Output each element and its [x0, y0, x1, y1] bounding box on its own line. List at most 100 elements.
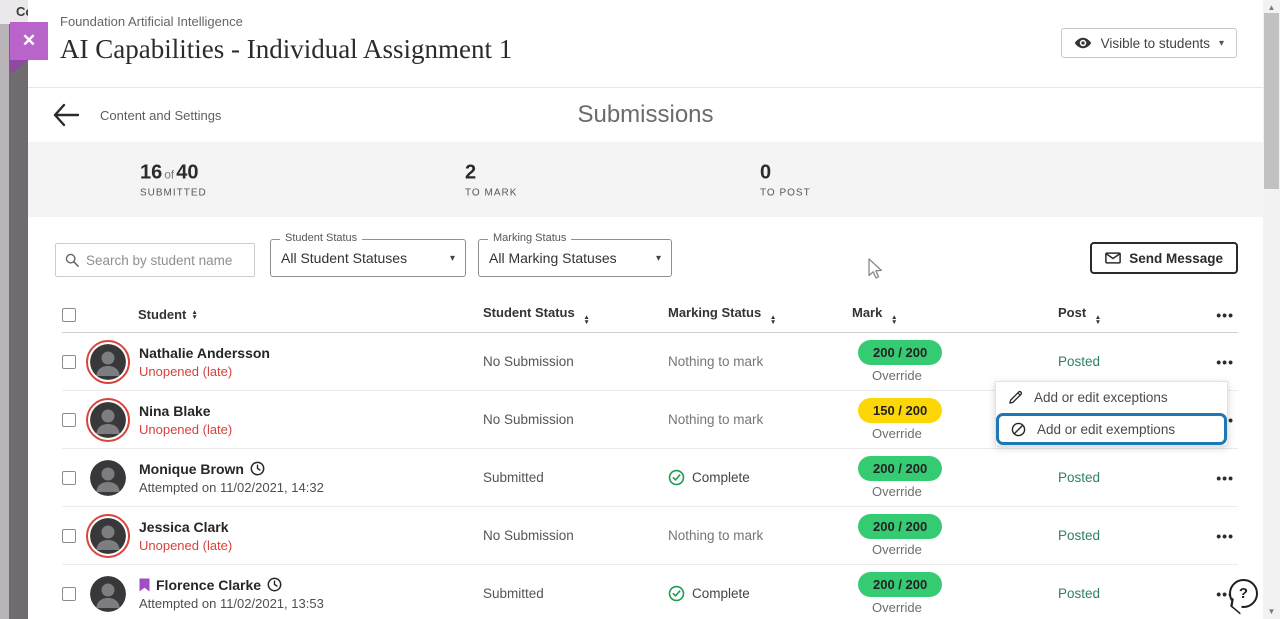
override-label: Override — [872, 600, 1048, 615]
submitted-count: 16 — [140, 161, 162, 183]
marking-status-dropdown-label: Marking Status — [488, 232, 571, 244]
submission-status-text: Unopened (late) — [139, 364, 270, 379]
help-button[interactable]: ? — [1229, 579, 1260, 610]
to-post-count: 0 — [760, 161, 811, 184]
of-label: of — [162, 167, 176, 181]
stat-to-mark: 2 TO MARK — [465, 161, 517, 198]
post-status-link[interactable]: Posted — [1058, 354, 1100, 369]
student-name-link[interactable]: Nina Blake — [139, 403, 211, 419]
table-row: Jessica Clark Unopened (late) No Submiss… — [62, 507, 1238, 565]
background-page-fragment: Co — [0, 0, 28, 24]
slash-circle-icon — [1011, 422, 1026, 437]
scrollbar[interactable]: ▲ ▼ — [1263, 0, 1280, 619]
post-status-link[interactable]: Posted — [1058, 470, 1100, 485]
avatar — [90, 576, 126, 612]
panel-header: Foundation Artificial Intelligence AI Ca… — [28, 0, 1263, 88]
column-header-student-status[interactable]: Student Status ▲▼ — [483, 305, 668, 325]
course-name: Foundation Artificial Intelligence — [60, 14, 1263, 29]
submission-status-text: Unopened (late) — [139, 538, 232, 553]
menu-item-add-exemptions[interactable]: Add or edit exemptions — [996, 413, 1227, 445]
column-header-student[interactable]: Student ▲▼ — [90, 307, 483, 322]
column-header-marking-status[interactable]: Marking Status ▲▼ — [668, 305, 848, 325]
chevron-down-icon: ▾ — [450, 253, 455, 264]
sub-header: Content and Settings Submissions — [28, 88, 1263, 142]
visible-to-students-label: Visible to students — [1101, 36, 1210, 51]
search-input[interactable] — [86, 253, 245, 268]
send-message-button[interactable]: Send Message — [1090, 242, 1238, 274]
avatar — [90, 344, 126, 380]
column-header-post[interactable]: Post ▲▼ — [1048, 305, 1198, 325]
student-status-dropdown-label: Student Status — [280, 232, 362, 244]
select-all-checkbox[interactable] — [62, 308, 76, 322]
avatar — [90, 402, 126, 438]
marking-status-dropdown-value: All Marking Statuses — [489, 250, 656, 266]
content-and-settings-link[interactable]: Content and Settings — [100, 108, 221, 123]
override-label: Override — [872, 542, 1048, 557]
marking-status-cell: Complete — [692, 586, 750, 601]
scroll-down-icon[interactable]: ▼ — [1263, 607, 1280, 616]
to-mark-count: 2 — [465, 161, 517, 184]
row-options-menu-icon[interactable]: ••• — [1216, 354, 1234, 370]
sort-icon: ▲▼ — [191, 310, 197, 320]
send-message-label: Send Message — [1129, 251, 1223, 266]
toolbar: Student Status All Student Statuses ▾ Ma… — [28, 239, 1263, 283]
marking-status-dropdown[interactable]: Marking Status All Marking Statuses ▾ — [478, 239, 672, 277]
search-box[interactable] — [55, 243, 255, 277]
student-status-cell: Submitted — [483, 470, 668, 485]
to-post-label: TO POST — [760, 187, 811, 198]
submission-status-text: Attempted on 11/02/2021, 13:53 — [139, 596, 324, 611]
menu-item-add-exceptions[interactable]: Add or edit exceptions — [996, 382, 1227, 413]
table-row: Florence Clarke Attempted on 11/02/2021,… — [62, 565, 1238, 619]
mark-pill[interactable]: 200 / 200 — [858, 572, 942, 597]
pencil-icon — [1008, 390, 1023, 405]
submitted-total: 40 — [176, 161, 198, 183]
mark-pill[interactable]: 200 / 200 — [858, 340, 942, 365]
student-name-link[interactable]: Florence Clarke — [156, 577, 261, 593]
row-options-menu-icon[interactable]: ••• — [1216, 528, 1234, 544]
mark-pill[interactable]: 200 / 200 — [858, 514, 942, 539]
submissions-title: Submissions — [577, 101, 713, 129]
column-header-mark[interactable]: Mark ▲▼ — [848, 305, 1048, 325]
visible-to-students-button[interactable]: Visible to students ▾ — [1061, 28, 1237, 58]
student-name-link[interactable]: Nathalie Andersson — [139, 345, 270, 361]
avatar — [90, 518, 126, 554]
close-icon: ✕ — [22, 31, 36, 51]
submission-status-text: Attempted on 11/02/2021, 14:32 — [139, 480, 324, 495]
marking-status-cell: Complete — [692, 470, 750, 485]
student-name-link[interactable]: Monique Brown — [139, 461, 244, 477]
table-options-menu-icon[interactable]: ••• — [1216, 307, 1234, 323]
student-status-cell: No Submission — [483, 412, 668, 427]
close-panel-button[interactable]: ✕ — [10, 22, 48, 60]
background-text: Co — [16, 4, 28, 19]
stats-band: 16of40 SUBMITTED 2 TO MARK 0 TO POST — [28, 142, 1263, 217]
table-row: Monique Brown Attempted on 11/02/2021, 1… — [62, 449, 1238, 507]
override-label: Override — [872, 484, 1048, 499]
student-name-link[interactable]: Jessica Clark — [139, 519, 229, 535]
scroll-up-icon[interactable]: ▲ — [1263, 3, 1280, 12]
back-arrow-icon[interactable] — [52, 102, 80, 128]
mark-pill[interactable]: 150 / 200 — [858, 398, 942, 423]
submitted-label: SUBMITTED — [140, 187, 207, 198]
row-checkbox[interactable] — [62, 529, 76, 543]
row-checkbox[interactable] — [62, 471, 76, 485]
envelope-icon — [1105, 252, 1121, 264]
row-checkbox[interactable] — [62, 587, 76, 601]
student-status-cell: Submitted — [483, 586, 668, 601]
student-status-dropdown[interactable]: Student Status All Student Statuses ▾ — [270, 239, 466, 277]
row-options-menu-icon[interactable]: ••• — [1216, 470, 1234, 486]
post-status-link[interactable]: Posted — [1058, 586, 1100, 601]
check-circle-icon — [668, 469, 685, 486]
post-status-link[interactable]: Posted — [1058, 528, 1100, 543]
to-mark-label: TO MARK — [465, 187, 517, 198]
submission-status-text: Unopened (late) — [139, 422, 232, 437]
student-status-cell: No Submission — [483, 528, 668, 543]
search-icon — [65, 253, 79, 267]
sort-icon: ▲▼ — [891, 315, 897, 325]
row-checkbox[interactable] — [62, 413, 76, 427]
avatar — [90, 460, 126, 496]
mark-pill[interactable]: 200 / 200 — [858, 456, 942, 481]
background-page-scrim: Co — [0, 0, 28, 619]
scrollbar-thumb[interactable] — [1264, 13, 1279, 189]
table-header-row: Student ▲▼ Student Status ▲▼ Marking Sta… — [62, 297, 1238, 333]
row-checkbox[interactable] — [62, 355, 76, 369]
